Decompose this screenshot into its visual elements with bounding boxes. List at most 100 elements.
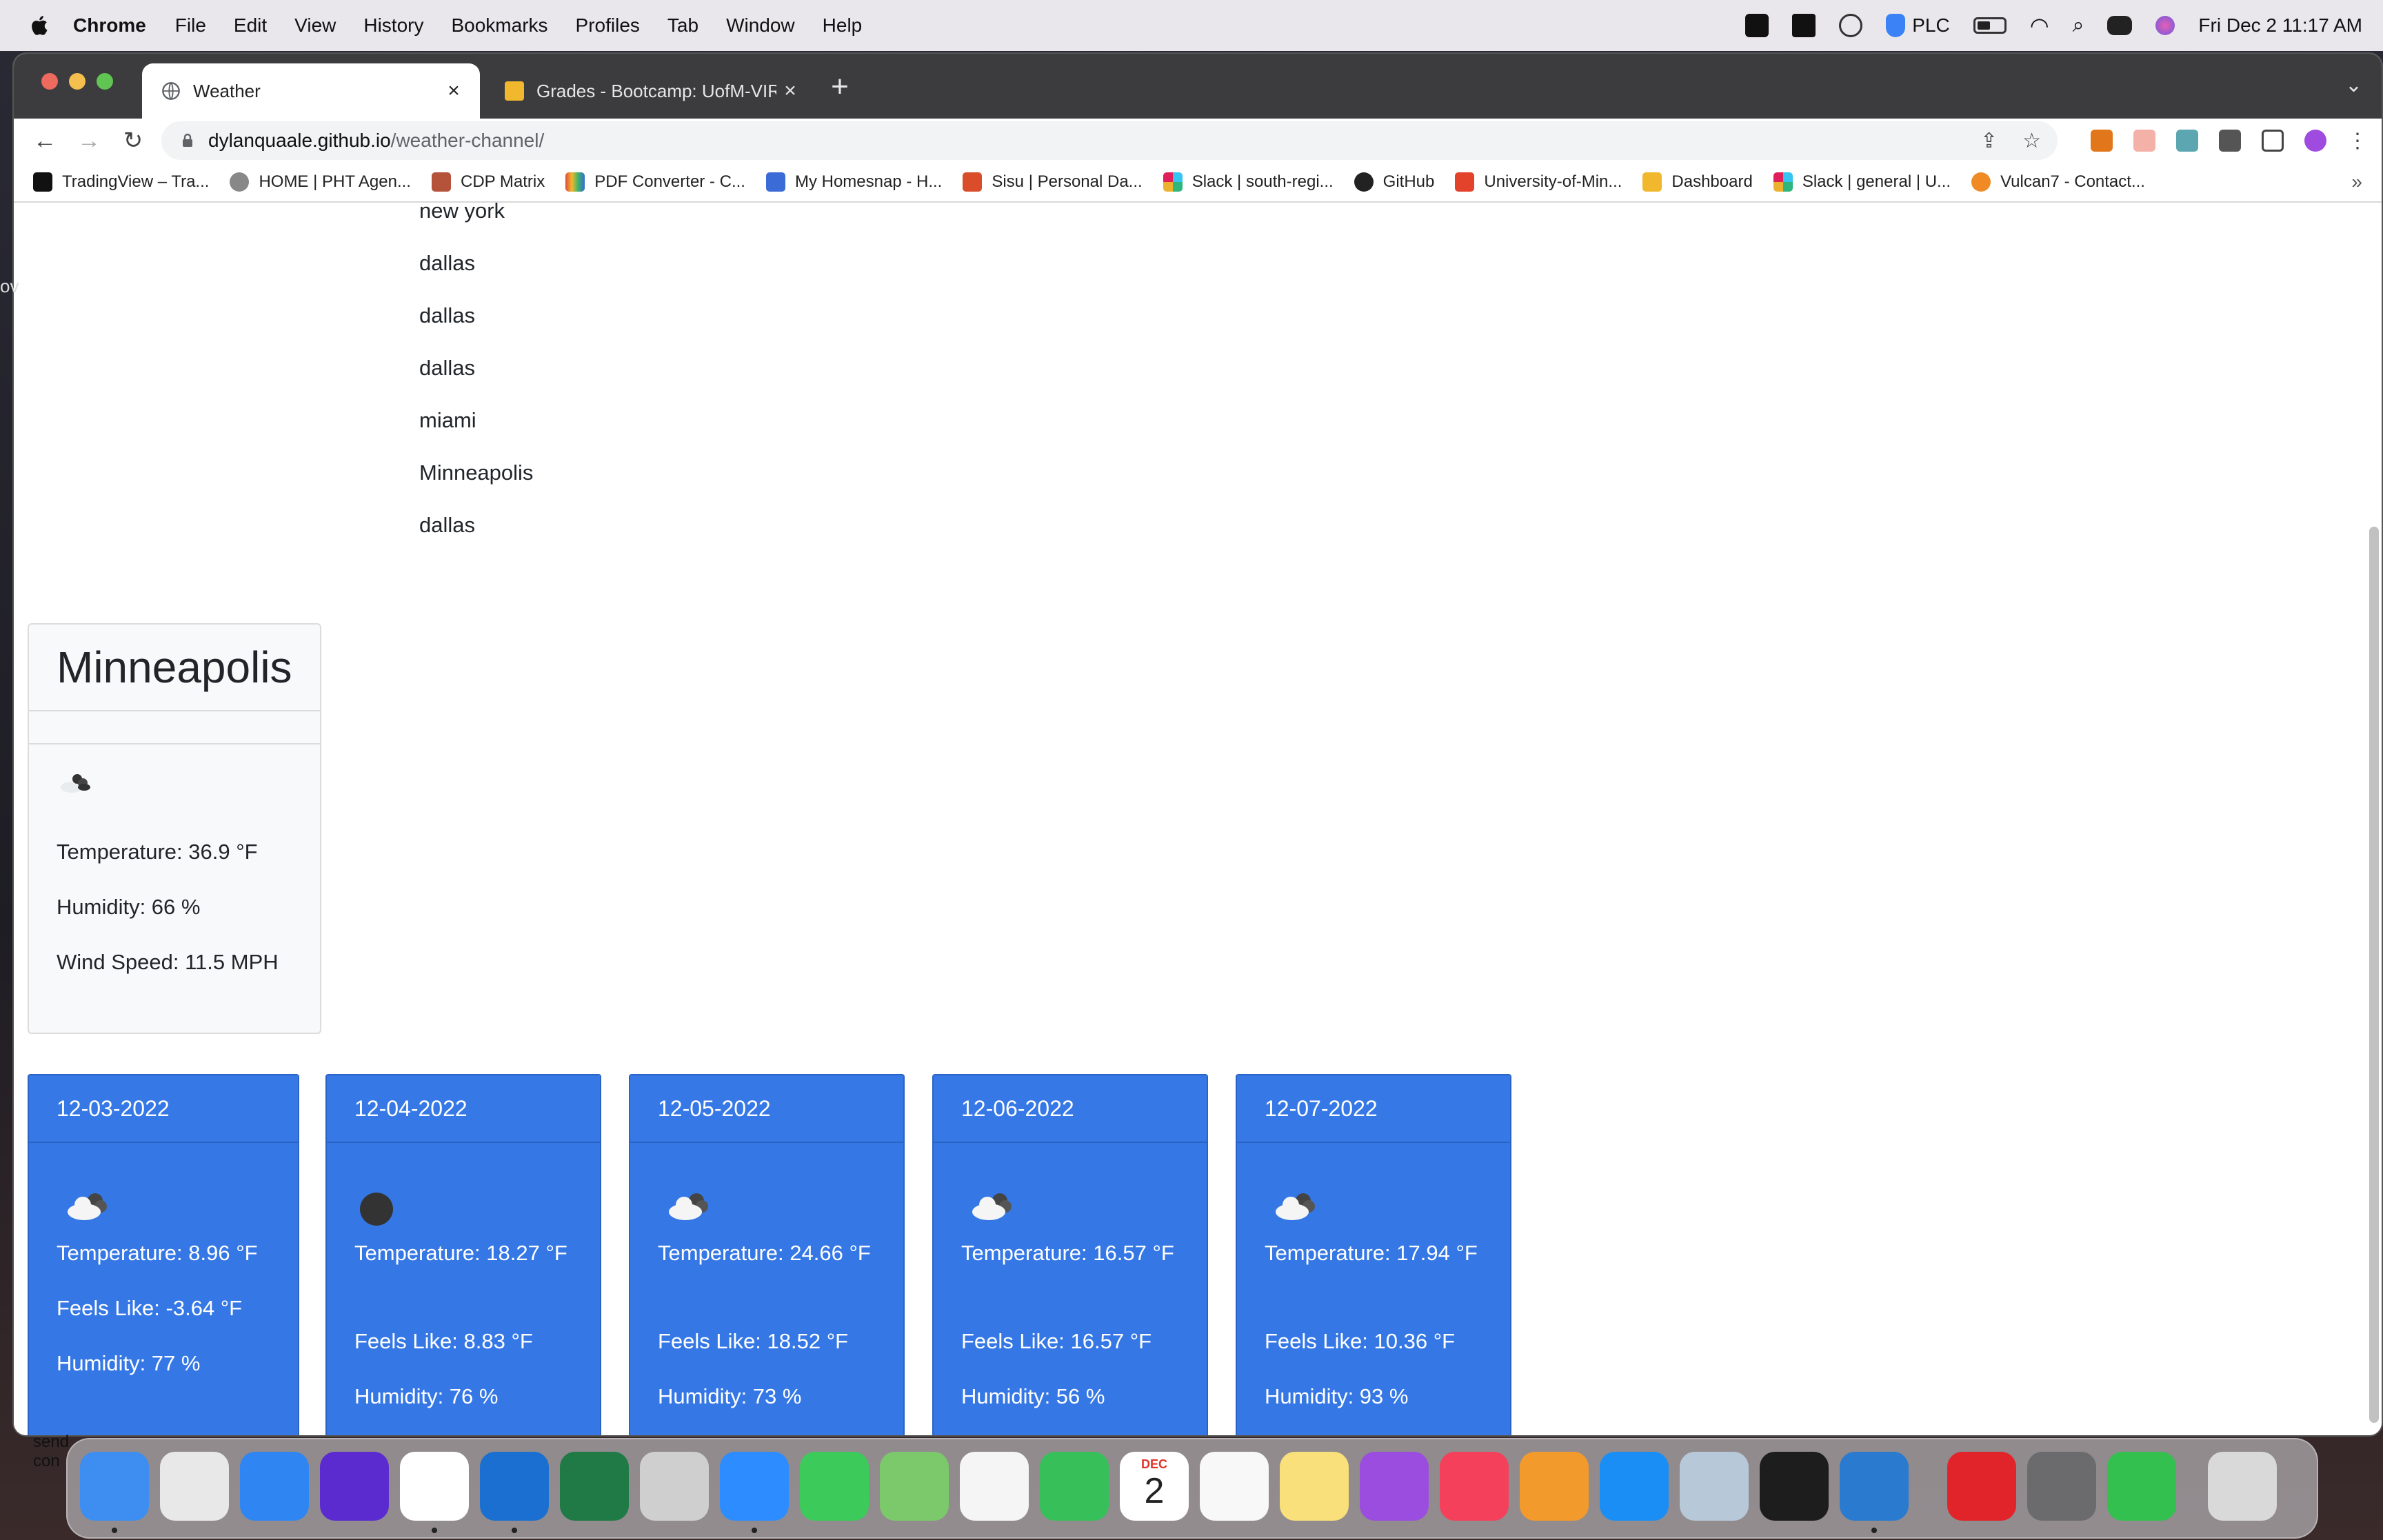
- bookmark-item[interactable]: PDF Converter - C...: [565, 172, 745, 192]
- arrow-extension-icon[interactable]: [2133, 130, 2155, 152]
- dock-notes-icon[interactable]: [1280, 1452, 1349, 1521]
- menu-window[interactable]: Window: [726, 14, 795, 37]
- dock-zoom-icon[interactable]: [720, 1452, 789, 1521]
- menu-file[interactable]: File: [175, 14, 206, 37]
- metamask-fox-icon[interactable]: [2091, 130, 2113, 152]
- tab-close-icon[interactable]: ×: [440, 79, 467, 103]
- forecast-card: 12-07-2022 Temperature: 17.94 °F Feels L…: [1236, 1074, 1511, 1435]
- profile-avatar[interactable]: [2304, 130, 2326, 152]
- dock-messages-icon[interactable]: [800, 1452, 869, 1521]
- dock-finder-icon[interactable]: [80, 1452, 149, 1521]
- dock-outlook-icon[interactable]: [480, 1452, 549, 1521]
- dock-numbers-icon[interactable]: [2107, 1452, 2176, 1521]
- dock-preview-icon[interactable]: [1680, 1452, 1749, 1521]
- forecast-feels-like: Feels Like: 8.83 °F: [354, 1329, 533, 1353]
- search-history-item[interactable]: miami: [419, 408, 476, 433]
- bookmark-label: GitHub: [1382, 172, 1435, 191]
- address-bar[interactable]: dylanquaale.github.io/weather-channel/ ⇪…: [161, 121, 2058, 160]
- search-history-item[interactable]: dallas: [419, 251, 475, 276]
- menu-view[interactable]: View: [294, 14, 336, 37]
- control-center-icon[interactable]: [2107, 16, 2133, 35]
- bookmark-item[interactable]: Vulcan7 - Contact...: [1971, 172, 2145, 192]
- shield-icon[interactable]: [1839, 14, 1863, 37]
- bookmark-item[interactable]: Slack | south-regi...: [1163, 172, 1334, 192]
- search-history-item[interactable]: Minneapolis: [419, 460, 533, 485]
- bookmark-item[interactable]: GitHub: [1354, 172, 1435, 192]
- bookmark-star-icon[interactable]: ☆: [2022, 129, 2041, 153]
- tab-search-chevron-icon[interactable]: ⌄: [2345, 73, 2362, 97]
- dock-vscode-icon[interactable]: [1840, 1452, 1909, 1521]
- menu-history[interactable]: History: [363, 14, 423, 37]
- wifi-icon[interactable]: ◠: [2030, 12, 2049, 39]
- search-history-item[interactable]: new york: [419, 203, 505, 223]
- tab-title: Grades - Bootcamp: UofM-VIR: [536, 80, 776, 101]
- menu-tab[interactable]: Tab: [667, 14, 698, 37]
- guard-shield-icon: [1886, 14, 1906, 37]
- page-scrollbar[interactable]: [2369, 527, 2379, 1423]
- spotlight-search-icon[interactable]: ⌕: [2073, 14, 2084, 37]
- bookmark-item[interactable]: University-of-Min...: [1455, 172, 1622, 192]
- back-button[interactable]: ←: [28, 123, 62, 158]
- pht-icon: [230, 172, 250, 192]
- bookmark-item[interactable]: TradingView – Tra...: [33, 172, 209, 192]
- battery-icon[interactable]: [1973, 17, 2007, 34]
- dock-pages-icon[interactable]: [1520, 1452, 1589, 1521]
- bookmark-item[interactable]: Sisu | Personal Da...: [963, 172, 1143, 192]
- vpn-status[interactable]: PLC: [1886, 14, 1950, 37]
- puzzle-extensions-icon[interactable]: [2219, 130, 2241, 152]
- b-app-icon[interactable]: [1792, 14, 1816, 37]
- dock-podcasts-icon[interactable]: [1360, 1452, 1429, 1521]
- dock-photos-icon[interactable]: [960, 1452, 1029, 1521]
- bookmark-item[interactable]: HOME | PHT Agen...: [230, 172, 411, 192]
- bookmark-item[interactable]: CDP Matrix: [431, 172, 545, 192]
- dock-maps-icon[interactable]: [880, 1452, 949, 1521]
- dock-facetime-icon[interactable]: [1040, 1452, 1109, 1521]
- dock-chrome-icon[interactable]: [400, 1452, 469, 1521]
- siri-icon[interactable]: [2155, 16, 2175, 35]
- search-history-item[interactable]: dallas: [419, 513, 475, 538]
- window-minimize-button[interactable]: [69, 73, 86, 90]
- forward-button[interactable]: →: [72, 123, 106, 158]
- forecast-humidity: Humidity: 73 %: [658, 1384, 802, 1408]
- side-panel-icon[interactable]: [2262, 130, 2284, 152]
- search-history-item[interactable]: dallas: [419, 303, 475, 328]
- dock-firefox-icon[interactable]: [320, 1452, 389, 1521]
- dock-system-preferences-icon[interactable]: [2027, 1452, 2096, 1521]
- menu-app-chrome[interactable]: Chrome: [73, 14, 146, 37]
- bookmark-item[interactable]: Dashboard: [1642, 172, 1753, 192]
- share-icon[interactable]: ⇪: [1980, 129, 1998, 153]
- dock-terminal-icon[interactable]: [1760, 1452, 1829, 1521]
- window-zoom-button[interactable]: [97, 73, 113, 90]
- menu-edit[interactable]: Edit: [234, 14, 267, 37]
- camera-icon[interactable]: [1745, 14, 1769, 37]
- new-tab-button[interactable]: +: [819, 66, 861, 108]
- search-history-item[interactable]: dallas: [419, 356, 475, 381]
- chrome-menu-icon[interactable]: ⋮: [2347, 129, 2368, 153]
- dock-app-store-icon[interactable]: [1600, 1452, 1669, 1521]
- cloud-icon: [1276, 1193, 1315, 1220]
- bookmark-item[interactable]: Slack | general | U...: [1773, 172, 1951, 192]
- apple-icon[interactable]: [28, 13, 52, 38]
- menu-help[interactable]: Help: [823, 14, 863, 37]
- window-close-button[interactable]: [41, 73, 58, 90]
- dock-excel-icon[interactable]: [560, 1452, 629, 1521]
- dock-calendar-icon[interactable]: DEC 2: [1120, 1452, 1189, 1521]
- n-extension-icon[interactable]: [2176, 130, 2198, 152]
- reload-button[interactable]: ↻: [116, 123, 150, 158]
- dock-reminders-icon[interactable]: [1200, 1452, 1269, 1521]
- dock-launchpad-icon[interactable]: [160, 1452, 229, 1521]
- tab-grades[interactable]: Grades - Bootcamp: UofM-VIR ×: [485, 63, 816, 119]
- dock-bitdefender-icon[interactable]: [1947, 1452, 2016, 1521]
- menu-bookmarks[interactable]: Bookmarks: [451, 14, 547, 37]
- menu-profiles[interactable]: Profiles: [576, 14, 640, 37]
- bookmark-item[interactable]: My Homesnap - H...: [765, 172, 942, 192]
- tab-close-icon[interactable]: ×: [776, 79, 804, 103]
- menu-bar-clock[interactable]: Fri Dec 2 11:17 AM: [2198, 14, 2362, 37]
- lock-icon[interactable]: [179, 132, 196, 149]
- tab-weather[interactable]: Weather ×: [142, 63, 480, 119]
- dock-music-icon[interactable]: [1440, 1452, 1509, 1521]
- dock-unknown-icon[interactable]: [640, 1452, 709, 1521]
- dock-safari-icon[interactable]: [240, 1452, 309, 1521]
- bookmarks-overflow-button[interactable]: »: [2351, 171, 2362, 193]
- dock-trash-icon[interactable]: [2208, 1452, 2277, 1521]
